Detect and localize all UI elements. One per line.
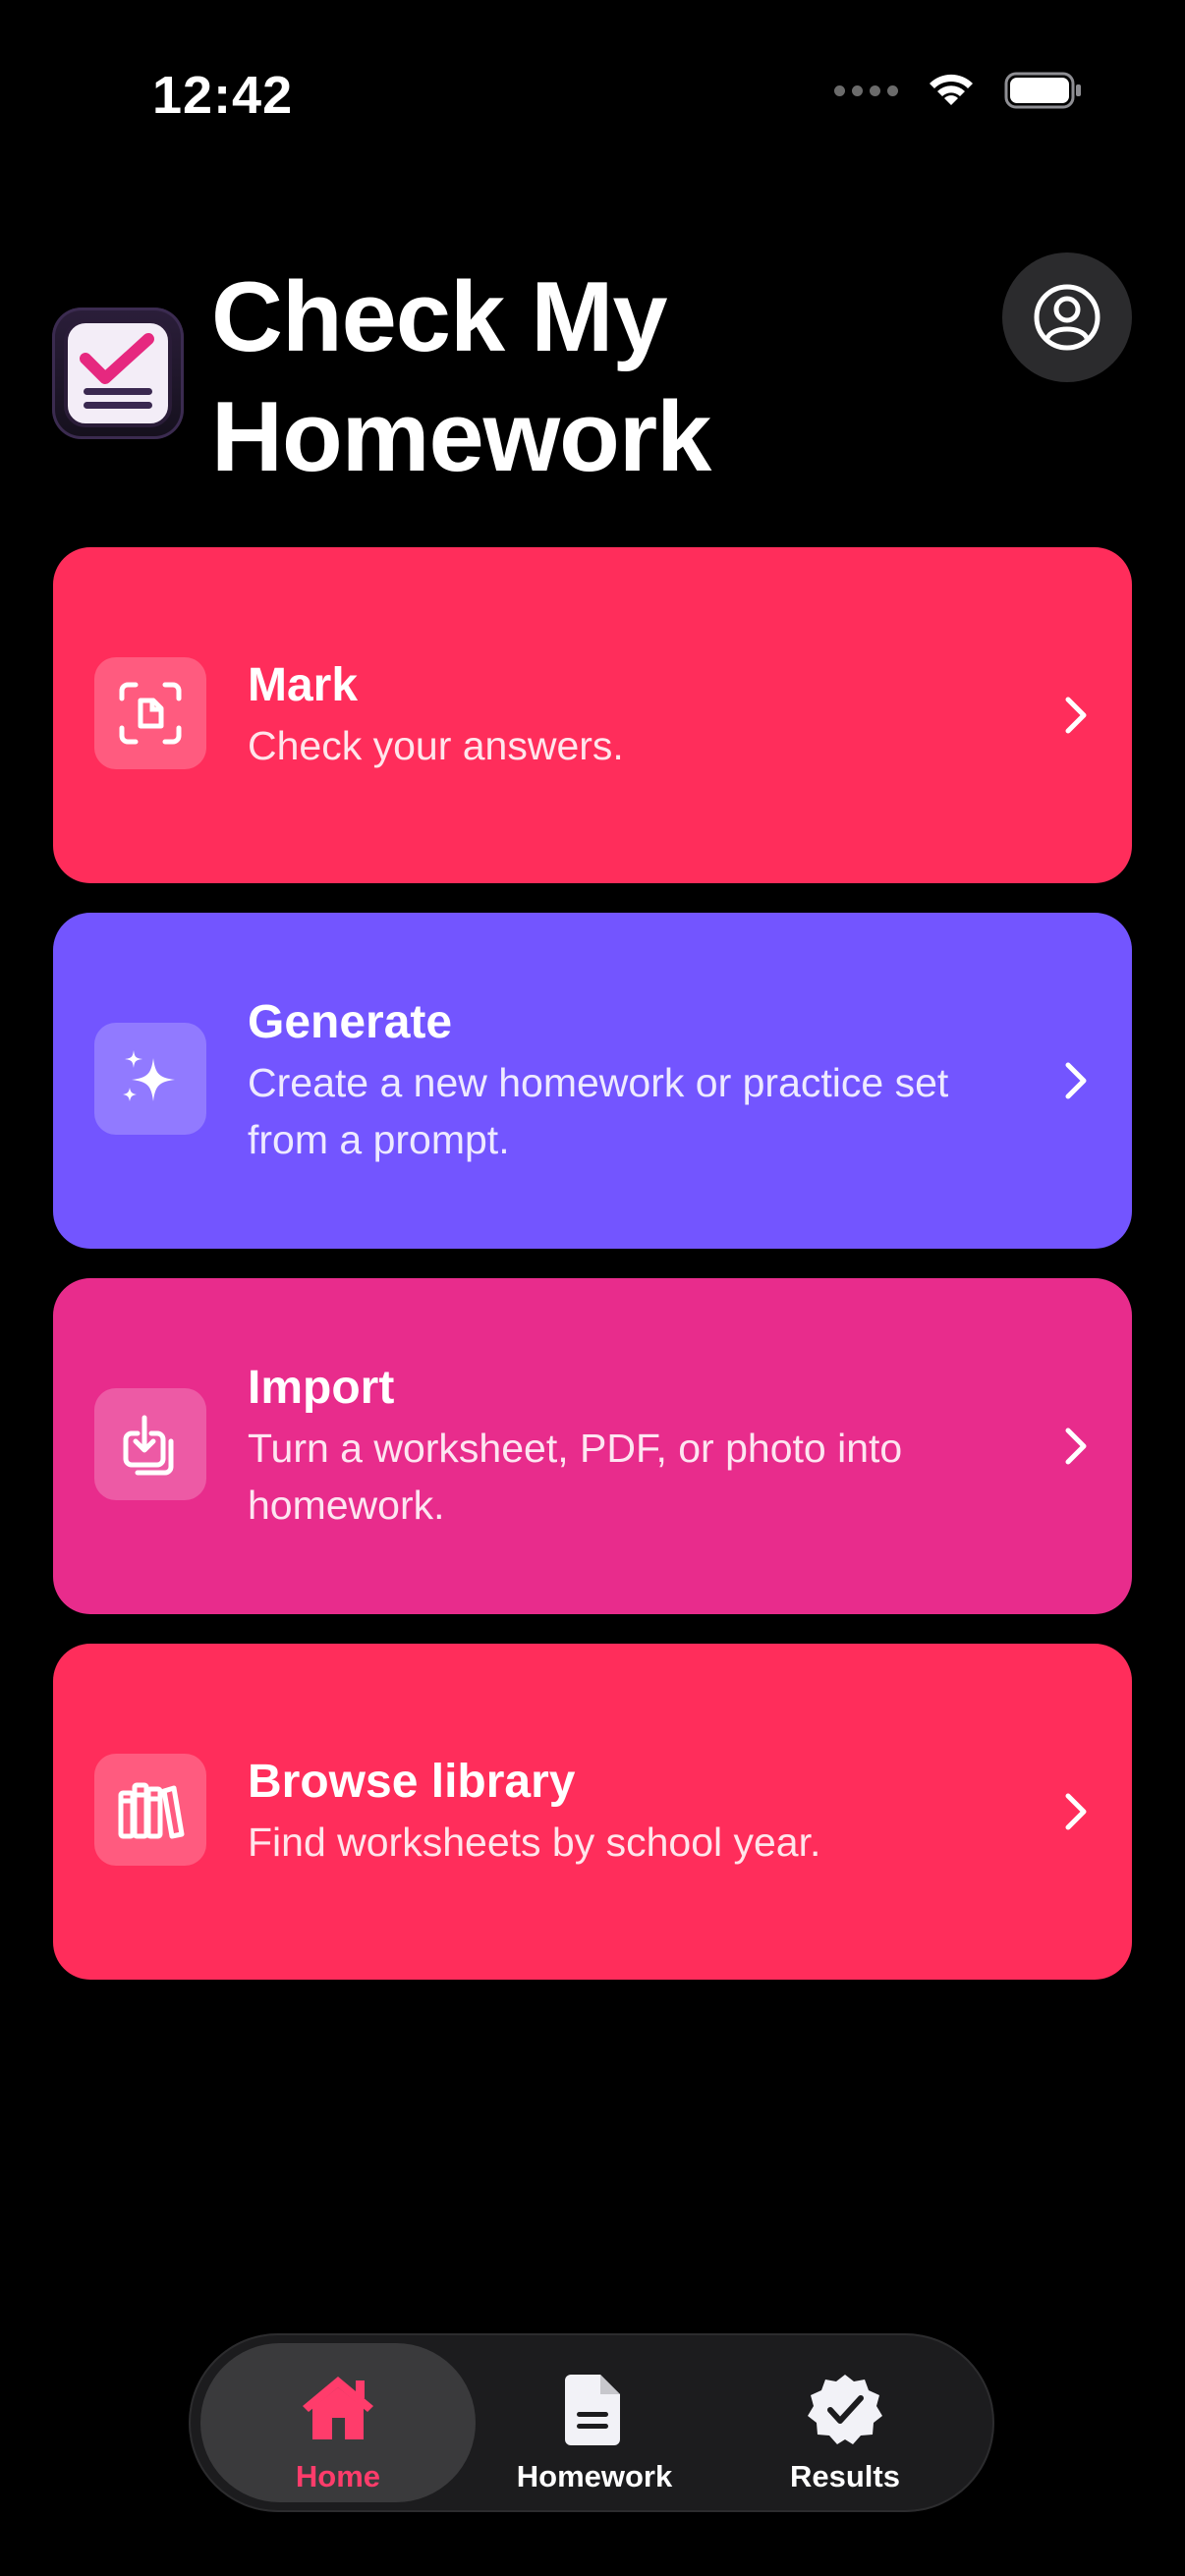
card-title: Generate: [248, 996, 453, 1048]
chevron-right-icon: [1065, 1062, 1087, 1099]
card-title: Mark: [248, 659, 359, 711]
browse-library-card[interactable]: Browse library Find worksheets by school…: [53, 1644, 1132, 1980]
import-icon: [94, 1388, 206, 1500]
card-subtitle: Find worksheets by school year.: [248, 1820, 821, 1865]
card-subtitle: Turn a worksheet, PDF, or photo into hom…: [248, 1426, 903, 1528]
wifi-icon: [930, 74, 973, 105]
tab-home[interactable]: Home: [200, 2343, 476, 2502]
document-icon: [565, 2375, 620, 2445]
app-logo: [52, 308, 184, 439]
tab-label: Homework: [516, 2459, 673, 2493]
checkmark-seal-icon: [808, 2375, 882, 2444]
status-indicators: [834, 71, 1083, 110]
chevron-right-icon: [1065, 1793, 1087, 1830]
profile-button[interactable]: [1002, 252, 1132, 382]
generate-card[interactable]: Generate Create a new homework or practi…: [53, 913, 1132, 1249]
tab-bar: Home Homework Results: [189, 2333, 994, 2512]
card-subtitle: Check your answers.: [248, 723, 624, 768]
card-subtitle: Create a new homework or practice set fr…: [248, 1060, 949, 1162]
status-time: 12:42: [152, 66, 294, 125]
scan-document-icon: [94, 657, 206, 769]
page-title-line-2: Homework: [211, 382, 711, 492]
chevron-right-icon: [1065, 1428, 1087, 1465]
import-card[interactable]: Import Turn a worksheet, PDF, or photo i…: [53, 1278, 1132, 1614]
person-circle-icon: [1034, 284, 1100, 351]
tab-homework[interactable]: Homework: [457, 2343, 732, 2502]
cellular-signal-icon: [834, 84, 898, 96]
page-title-line-1: Check My: [211, 262, 668, 372]
chevron-right-icon: [1065, 697, 1087, 734]
tab-label: Home: [295, 2459, 381, 2493]
page-title: Check My Homework: [211, 257, 711, 497]
card-title: Import: [248, 1362, 395, 1414]
tab-label: Results: [790, 2459, 900, 2493]
mark-card[interactable]: Mark Check your answers.: [53, 547, 1132, 883]
books-icon: [94, 1754, 206, 1866]
battery-icon: [1004, 72, 1081, 109]
tab-results[interactable]: Results: [707, 2343, 983, 2502]
card-title: Browse library: [248, 1756, 576, 1808]
sparkles-icon: [94, 1023, 206, 1135]
home-icon: [303, 2377, 373, 2439]
